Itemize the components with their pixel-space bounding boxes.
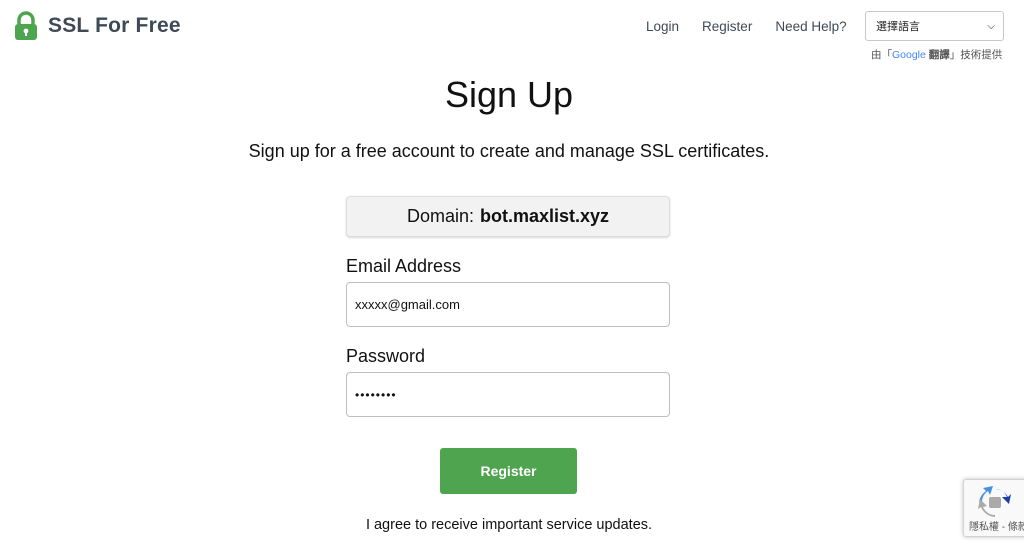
lock-icon bbox=[15, 11, 37, 40]
translate-link[interactable]: 翻譯 bbox=[929, 49, 950, 61]
language-select[interactable]: 選擇語言 ⌵ bbox=[865, 11, 1004, 41]
chevron-down-icon: ⌵ bbox=[987, 20, 995, 32]
powered-suffix: 」技術提供 bbox=[949, 49, 1003, 61]
page-title: Sign Up bbox=[444, 74, 574, 115]
register-button[interactable]: Register bbox=[440, 448, 577, 494]
site-logo[interactable]: SSL For Free bbox=[14, 11, 181, 41]
password-label: Password bbox=[346, 346, 426, 366]
google-translate-attribution: 由「Google 翻譯」技術提供 bbox=[871, 47, 1002, 62]
domain-display: Domain: bot.maxlist.xyz bbox=[346, 196, 670, 237]
brand-name: SSL For Free bbox=[48, 14, 181, 37]
password-field[interactable]: •••••••• bbox=[346, 372, 670, 417]
page-subtitle: Sign up for a free account to create and… bbox=[248, 141, 770, 161]
email-field-value: xxxxx@gmail.com bbox=[355, 297, 460, 312]
recaptcha-icon bbox=[978, 486, 1011, 517]
domain-value: bot.maxlist.xyz bbox=[479, 206, 610, 226]
agree-text: I agree to receive important service upd… bbox=[365, 517, 653, 533]
recaptcha-badge[interactable]: 隱私權 - 條款 bbox=[963, 479, 1024, 537]
nav-help-link[interactable]: Need Help? bbox=[775, 19, 846, 34]
email-label: Email Address bbox=[346, 256, 462, 276]
domain-label: Domain: bbox=[406, 206, 474, 226]
top-nav: Login Register Need Help? bbox=[646, 19, 847, 34]
email-field[interactable]: xxxxx@gmail.com bbox=[346, 282, 670, 327]
nav-login-link[interactable]: Login bbox=[646, 19, 679, 34]
powered-prefix: 由「 bbox=[871, 49, 892, 61]
recaptcha-terms-text[interactable]: 隱私權 - 條款 bbox=[969, 518, 1024, 533]
language-select-value: 選擇語言 bbox=[876, 21, 920, 33]
password-field-value: •••••••• bbox=[355, 387, 397, 402]
nav-register-link[interactable]: Register bbox=[702, 19, 752, 34]
google-logo-text[interactable]: Google bbox=[892, 49, 926, 61]
